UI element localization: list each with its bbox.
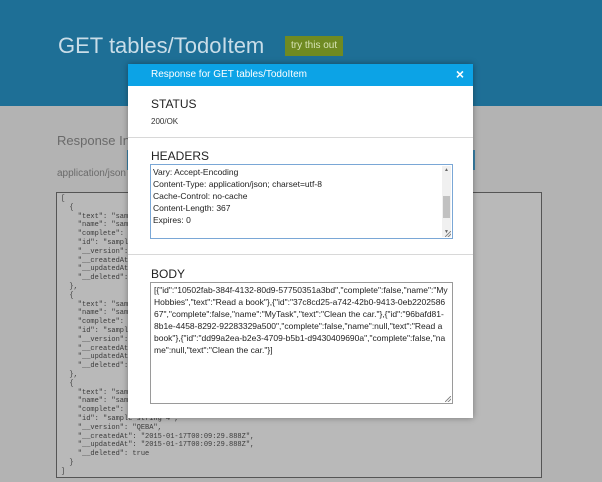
resize-grip-icon[interactable]	[445, 396, 451, 402]
headers-textarea[interactable]: Vary: Accept-Encoding Content-Type: appli…	[150, 164, 453, 239]
divider	[128, 254, 473, 255]
header-line: Cache-Control: no-cache	[153, 191, 248, 201]
body-textarea[interactable]: [{"id":"10502fab-384f-4132-80d9-57750351…	[150, 282, 453, 404]
json-line: "__deleted": true	[61, 450, 150, 459]
headers-scrollbar[interactable]: ▲ ▼	[442, 166, 451, 237]
header-line: Content-Type: application/json; charset=…	[153, 179, 322, 189]
json-line: "__version": "QEBA",	[61, 423, 162, 432]
body-label: BODY	[151, 267, 186, 281]
response-modal: Response for GET tables/TodoItem × STATU…	[128, 64, 473, 418]
header-line: Content-Length: 367	[153, 203, 231, 213]
modal-header: Response for GET tables/TodoItem ×	[128, 64, 473, 86]
json-line: }	[61, 458, 74, 467]
divider	[128, 137, 473, 138]
header-line: Expires: 0	[153, 215, 191, 225]
json-line: ]	[61, 467, 66, 476]
status-label: STATUS	[151, 97, 197, 111]
modal-title: Response for GET tables/TodoItem	[151, 69, 308, 80]
json-line: "__updatedAt": "2015-01-17T00:09:29.888Z…	[61, 441, 255, 450]
header-line: Vary: Accept-Encoding	[153, 167, 239, 177]
page-title: GET tables/TodoItem	[58, 33, 265, 58]
resize-grip-icon[interactable]	[445, 231, 451, 237]
status-value: 200/OK	[151, 117, 179, 126]
json-line: "__createdAt": "2015-01-17T00:09:29.888Z…	[61, 432, 255, 441]
scroll-thumb[interactable]	[443, 196, 450, 218]
content-type-label: application/json	[57, 168, 126, 179]
close-icon[interactable]: ×	[453, 67, 467, 81]
headers-label: HEADERS	[151, 149, 210, 163]
try-this-out-button[interactable]: try this out	[285, 36, 344, 56]
scroll-up-icon[interactable]: ▲	[443, 167, 450, 174]
body-text: [{"id":"10502fab-384f-4132-80d9-57750351…	[154, 285, 448, 355]
